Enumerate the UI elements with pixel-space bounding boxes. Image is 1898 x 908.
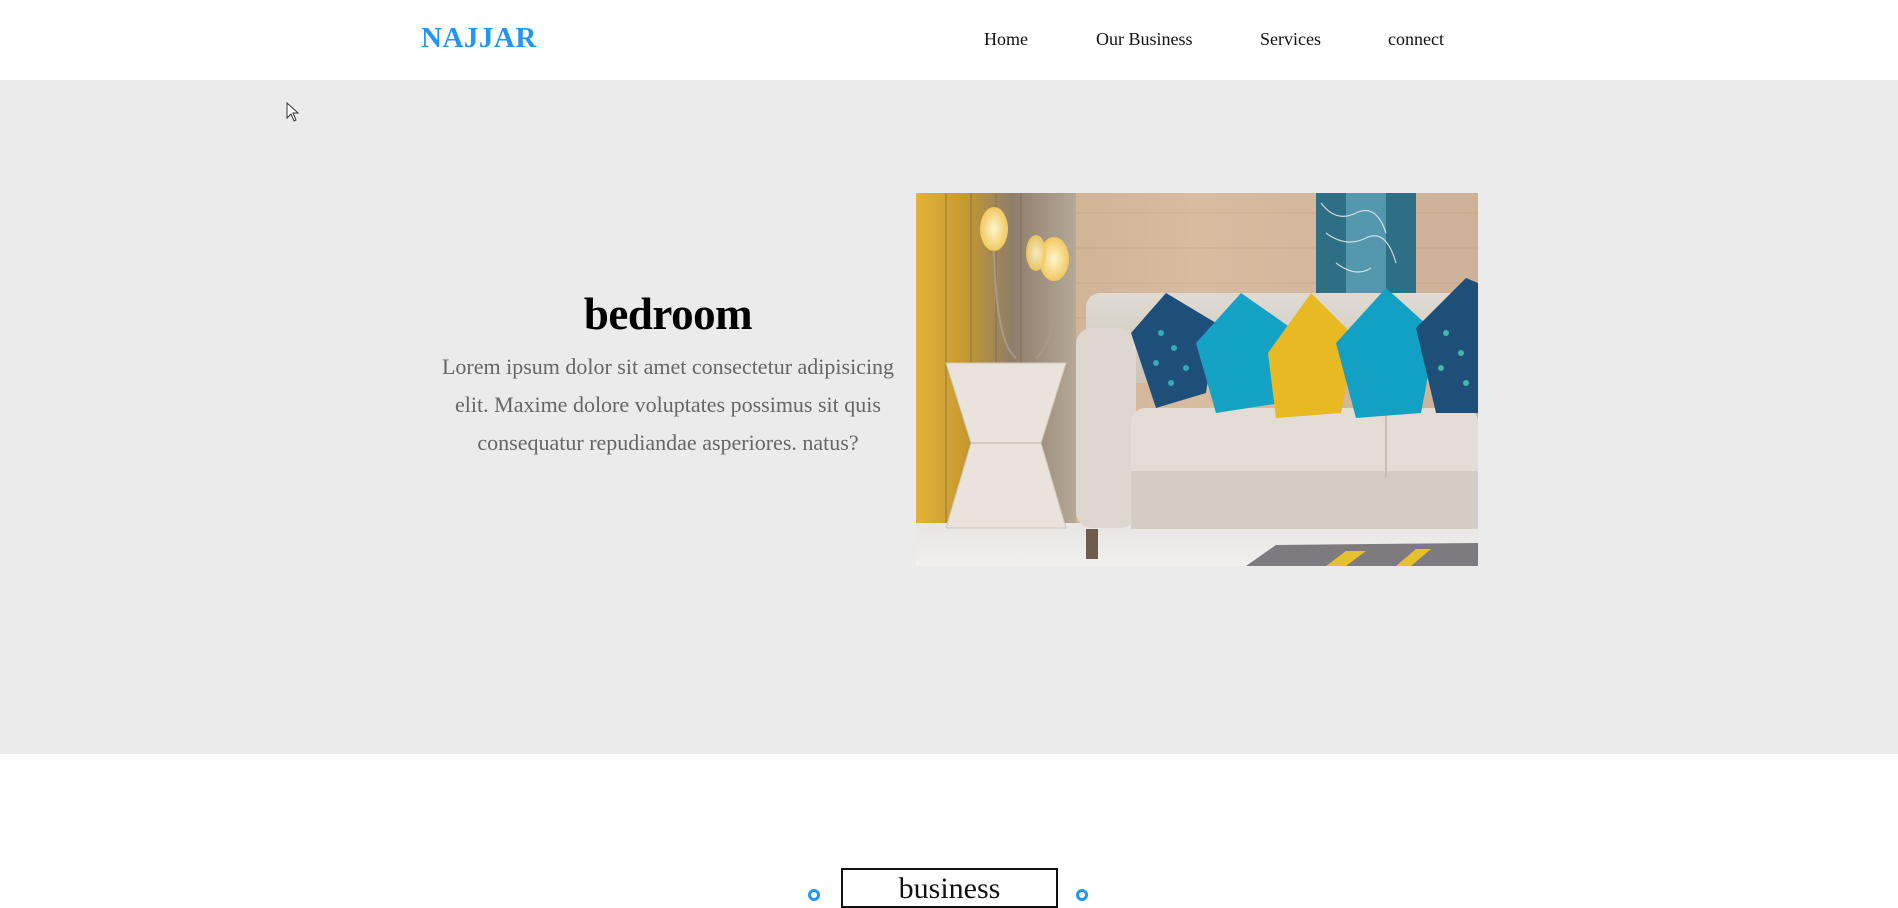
site-logo[interactable]: NAJJAR bbox=[421, 22, 537, 55]
hero-text-block: bedroom Lorem ipsum dolor sit amet conse… bbox=[430, 289, 906, 462]
mouse-cursor-icon bbox=[286, 102, 300, 122]
nav-link-home[interactable]: Home bbox=[984, 29, 1028, 50]
hero-section: bedroom Lorem ipsum dolor sit amet conse… bbox=[0, 80, 1898, 754]
hero-description: Lorem ipsum dolor sit amet consectetur a… bbox=[441, 353, 895, 455]
hero-title: bedroom bbox=[583, 289, 753, 339]
site-header: NAJJAR Home Our Business Services connec… bbox=[0, 0, 1898, 80]
section-title: business bbox=[841, 868, 1058, 908]
living-room-sofa-image bbox=[916, 193, 1478, 566]
nav-link-our-business[interactable]: Our Business bbox=[1096, 29, 1193, 50]
decorative-dot-left-icon bbox=[808, 889, 820, 901]
nav-link-connect[interactable]: connect bbox=[1388, 29, 1444, 50]
nav-link-services[interactable]: Services bbox=[1260, 29, 1321, 50]
decorative-dot-right-icon bbox=[1076, 889, 1088, 901]
